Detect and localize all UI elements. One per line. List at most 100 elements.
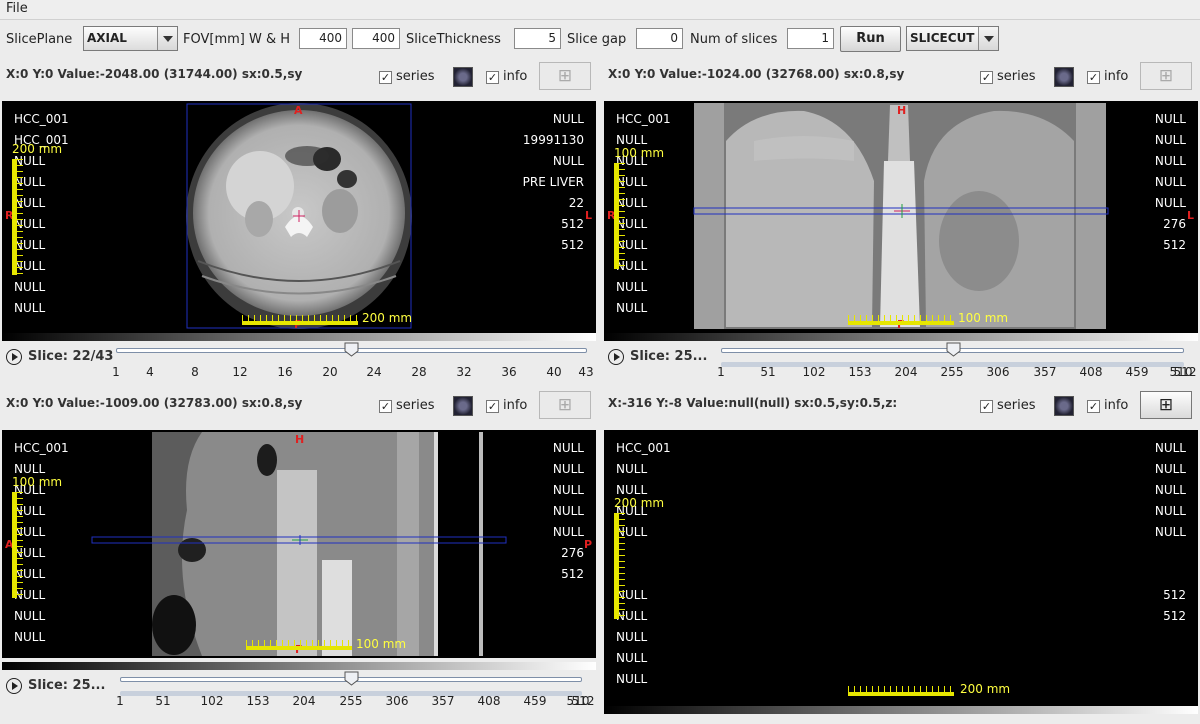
volume-right-line: NULL: [1154, 462, 1186, 476]
sagittal-right-line: NULL: [552, 441, 584, 455]
coronal-play-icon[interactable]: [608, 349, 624, 365]
axial-right-line: 512: [561, 238, 584, 252]
coronal-layout-toggle[interactable]: ⊞: [1140, 62, 1192, 90]
axial-slider-thumb[interactable]: [344, 342, 359, 357]
axial-horizontal-scale-label: 200 mm: [362, 311, 413, 325]
axial-orientation-right: L: [585, 209, 593, 222]
axial-series-label: series: [396, 69, 435, 84]
axial-series-checkbox[interactable]: ✓: [379, 71, 392, 84]
slice-thickness-input[interactable]: 5: [514, 28, 561, 49]
coronal-info-checkbox[interactable]: ✓: [1087, 71, 1100, 84]
run-button[interactable]: Run: [840, 26, 901, 52]
slice-gap-input[interactable]: 0: [636, 28, 683, 49]
volume-right-line: NULL: [1154, 483, 1186, 497]
coronal-ct-image: [693, 103, 1109, 329]
axial-tick-label: 24: [366, 365, 382, 379]
sagittal-left-line: HCC_001: [14, 441, 69, 455]
axial-tick-label: 12: [232, 365, 248, 379]
sagittal-horizontal-scale: [246, 646, 352, 650]
sagittal-tick-label: 51: [155, 694, 171, 708]
volume-layout-toggle[interactable]: ⊞: [1140, 391, 1192, 419]
sagittal-thumbnail-icon[interactable]: [453, 396, 473, 416]
coronal-tick-label: 255: [940, 365, 964, 379]
coronal-orientation-right: L: [1187, 209, 1195, 222]
mode-select[interactable]: SLICECUT: [906, 26, 999, 51]
volume-series-checkbox[interactable]: ✓: [980, 400, 993, 413]
sagittal-layout-toggle[interactable]: ⊞: [539, 391, 591, 419]
chevron-down-icon: [978, 27, 998, 50]
sagittal-tick-label: 204: [292, 694, 316, 708]
volume-right-line: NULL: [1154, 525, 1186, 539]
grid-icon: ⊞: [1158, 66, 1174, 86]
axial-play-icon[interactable]: [6, 349, 22, 365]
volume-horizontal-scale-ticks: [848, 686, 954, 692]
sagittal-tick-label: 1: [116, 694, 124, 708]
coronal-panel: X:0 Y:0 Value:-1024.00 (32768.00) sx:0.8…: [602, 62, 1198, 387]
volume-left-line: NULL: [616, 651, 648, 665]
sagittal-series-checkbox[interactable]: ✓: [379, 400, 392, 413]
toolbar: SlicePlane AXIAL FOV[mm] W & H 400 400 S…: [0, 22, 1200, 56]
axial-tick-label: 16: [277, 365, 293, 379]
chevron-down-icon: [157, 27, 177, 50]
axial-info-checkbox[interactable]: ✓: [486, 71, 499, 84]
volume-viewport[interactable]: HCC_001 NULL NULL NULL NULL NULL NULL NU…: [604, 430, 1198, 706]
volume-thumbnail-icon[interactable]: [1054, 396, 1074, 416]
sagittal-viewport[interactable]: HCC_001 NULL NULL NULL NULL NULL NULL NU…: [2, 430, 596, 658]
coronal-vertical-scale-label: 100 mm: [614, 146, 665, 160]
sagittal-tick-label: 459: [523, 694, 547, 708]
coronal-thumbnail-icon[interactable]: [1054, 67, 1074, 87]
axial-right-line: NULL: [552, 154, 584, 168]
sagittal-tick-label: 357: [431, 694, 455, 708]
coronal-slider-thumb[interactable]: [946, 342, 961, 357]
coronal-tick-label: 102: [802, 365, 826, 379]
axial-slice-row: Slice: 22/43 1 4 8 12 16 20 24 28 32 36 …: [0, 342, 596, 395]
volume-left-line: NULL: [616, 630, 648, 644]
coronal-right-line: NULL: [1154, 133, 1186, 147]
slice-gap-label: Slice gap: [567, 32, 627, 47]
volume-horizontal-scale: [848, 692, 954, 696]
volume-horizontal-scale-label: 200 mm: [960, 682, 1011, 696]
coronal-info-label: info: [1104, 69, 1129, 84]
grid-icon: ⊞: [557, 395, 573, 415]
axial-right-line: 512: [561, 217, 584, 231]
coronal-horizontal-scale-label: 100 mm: [958, 311, 1009, 325]
axial-tick-label: 8: [191, 365, 199, 379]
coronal-viewport[interactable]: HCC_001 NULL NULL NULL NULL NULL NULL NU…: [604, 101, 1198, 333]
coronal-orientation-top: H: [897, 104, 907, 117]
volume-info-checkbox[interactable]: ✓: [1087, 400, 1100, 413]
coronal-tick-label: 357: [1033, 365, 1057, 379]
volume-vertical-scale-label: 200 mm: [614, 496, 665, 510]
axial-layout-toggle[interactable]: ⊞: [539, 62, 591, 90]
sagittal-tick-label: 102: [200, 694, 224, 708]
axial-tick-label: 32: [456, 365, 472, 379]
menu-file[interactable]: File: [6, 1, 28, 16]
sagittal-vertical-scale-label: 100 mm: [12, 475, 63, 489]
sagittal-tick-label: 255: [339, 694, 363, 708]
axial-right-line: 22: [568, 196, 584, 210]
num-slices-input[interactable]: 1: [787, 28, 834, 49]
coronal-right-line: NULL: [1154, 112, 1186, 126]
sagittal-slider-thumb[interactable]: [344, 671, 359, 686]
axial-right-info: NULL 19991130 NULL PRE LIVER 22 512 512: [523, 109, 584, 256]
coronal-tick-label: 51: [760, 365, 776, 379]
coronal-right-line: NULL: [1154, 154, 1186, 168]
axial-tick-label: 36: [501, 365, 517, 379]
grid-icon: ⊞: [557, 66, 573, 86]
sagittal-right-line: 276: [561, 546, 584, 560]
volume-right-line: NULL: [1154, 441, 1186, 455]
axial-tick-label: 43: [578, 365, 594, 379]
sagittal-play-icon[interactable]: [6, 678, 22, 694]
coronal-tick-label: 153: [848, 365, 872, 379]
axial-panel: X:0 Y:0 Value:-2048.00 (31744.00) sx:0.5…: [0, 62, 596, 387]
sagittal-info-checkbox[interactable]: ✓: [486, 400, 499, 413]
sagittal-tick-label: 306: [385, 694, 409, 708]
coronal-series-checkbox[interactable]: ✓: [980, 71, 993, 84]
sagittal-right-line: NULL: [552, 462, 584, 476]
slice-plane-select[interactable]: AXIAL: [83, 26, 178, 51]
axial-thumbnail-icon[interactable]: [453, 67, 473, 87]
fov-height-input[interactable]: 400: [352, 28, 400, 49]
fov-width-input[interactable]: 400: [299, 28, 347, 49]
axial-viewport[interactable]: HCC_001 HCC_001 NULL NULL NULL NULL NULL…: [2, 101, 596, 333]
sagittal-ct-image: [91, 432, 507, 656]
coronal-window-gradient: [604, 333, 1198, 341]
